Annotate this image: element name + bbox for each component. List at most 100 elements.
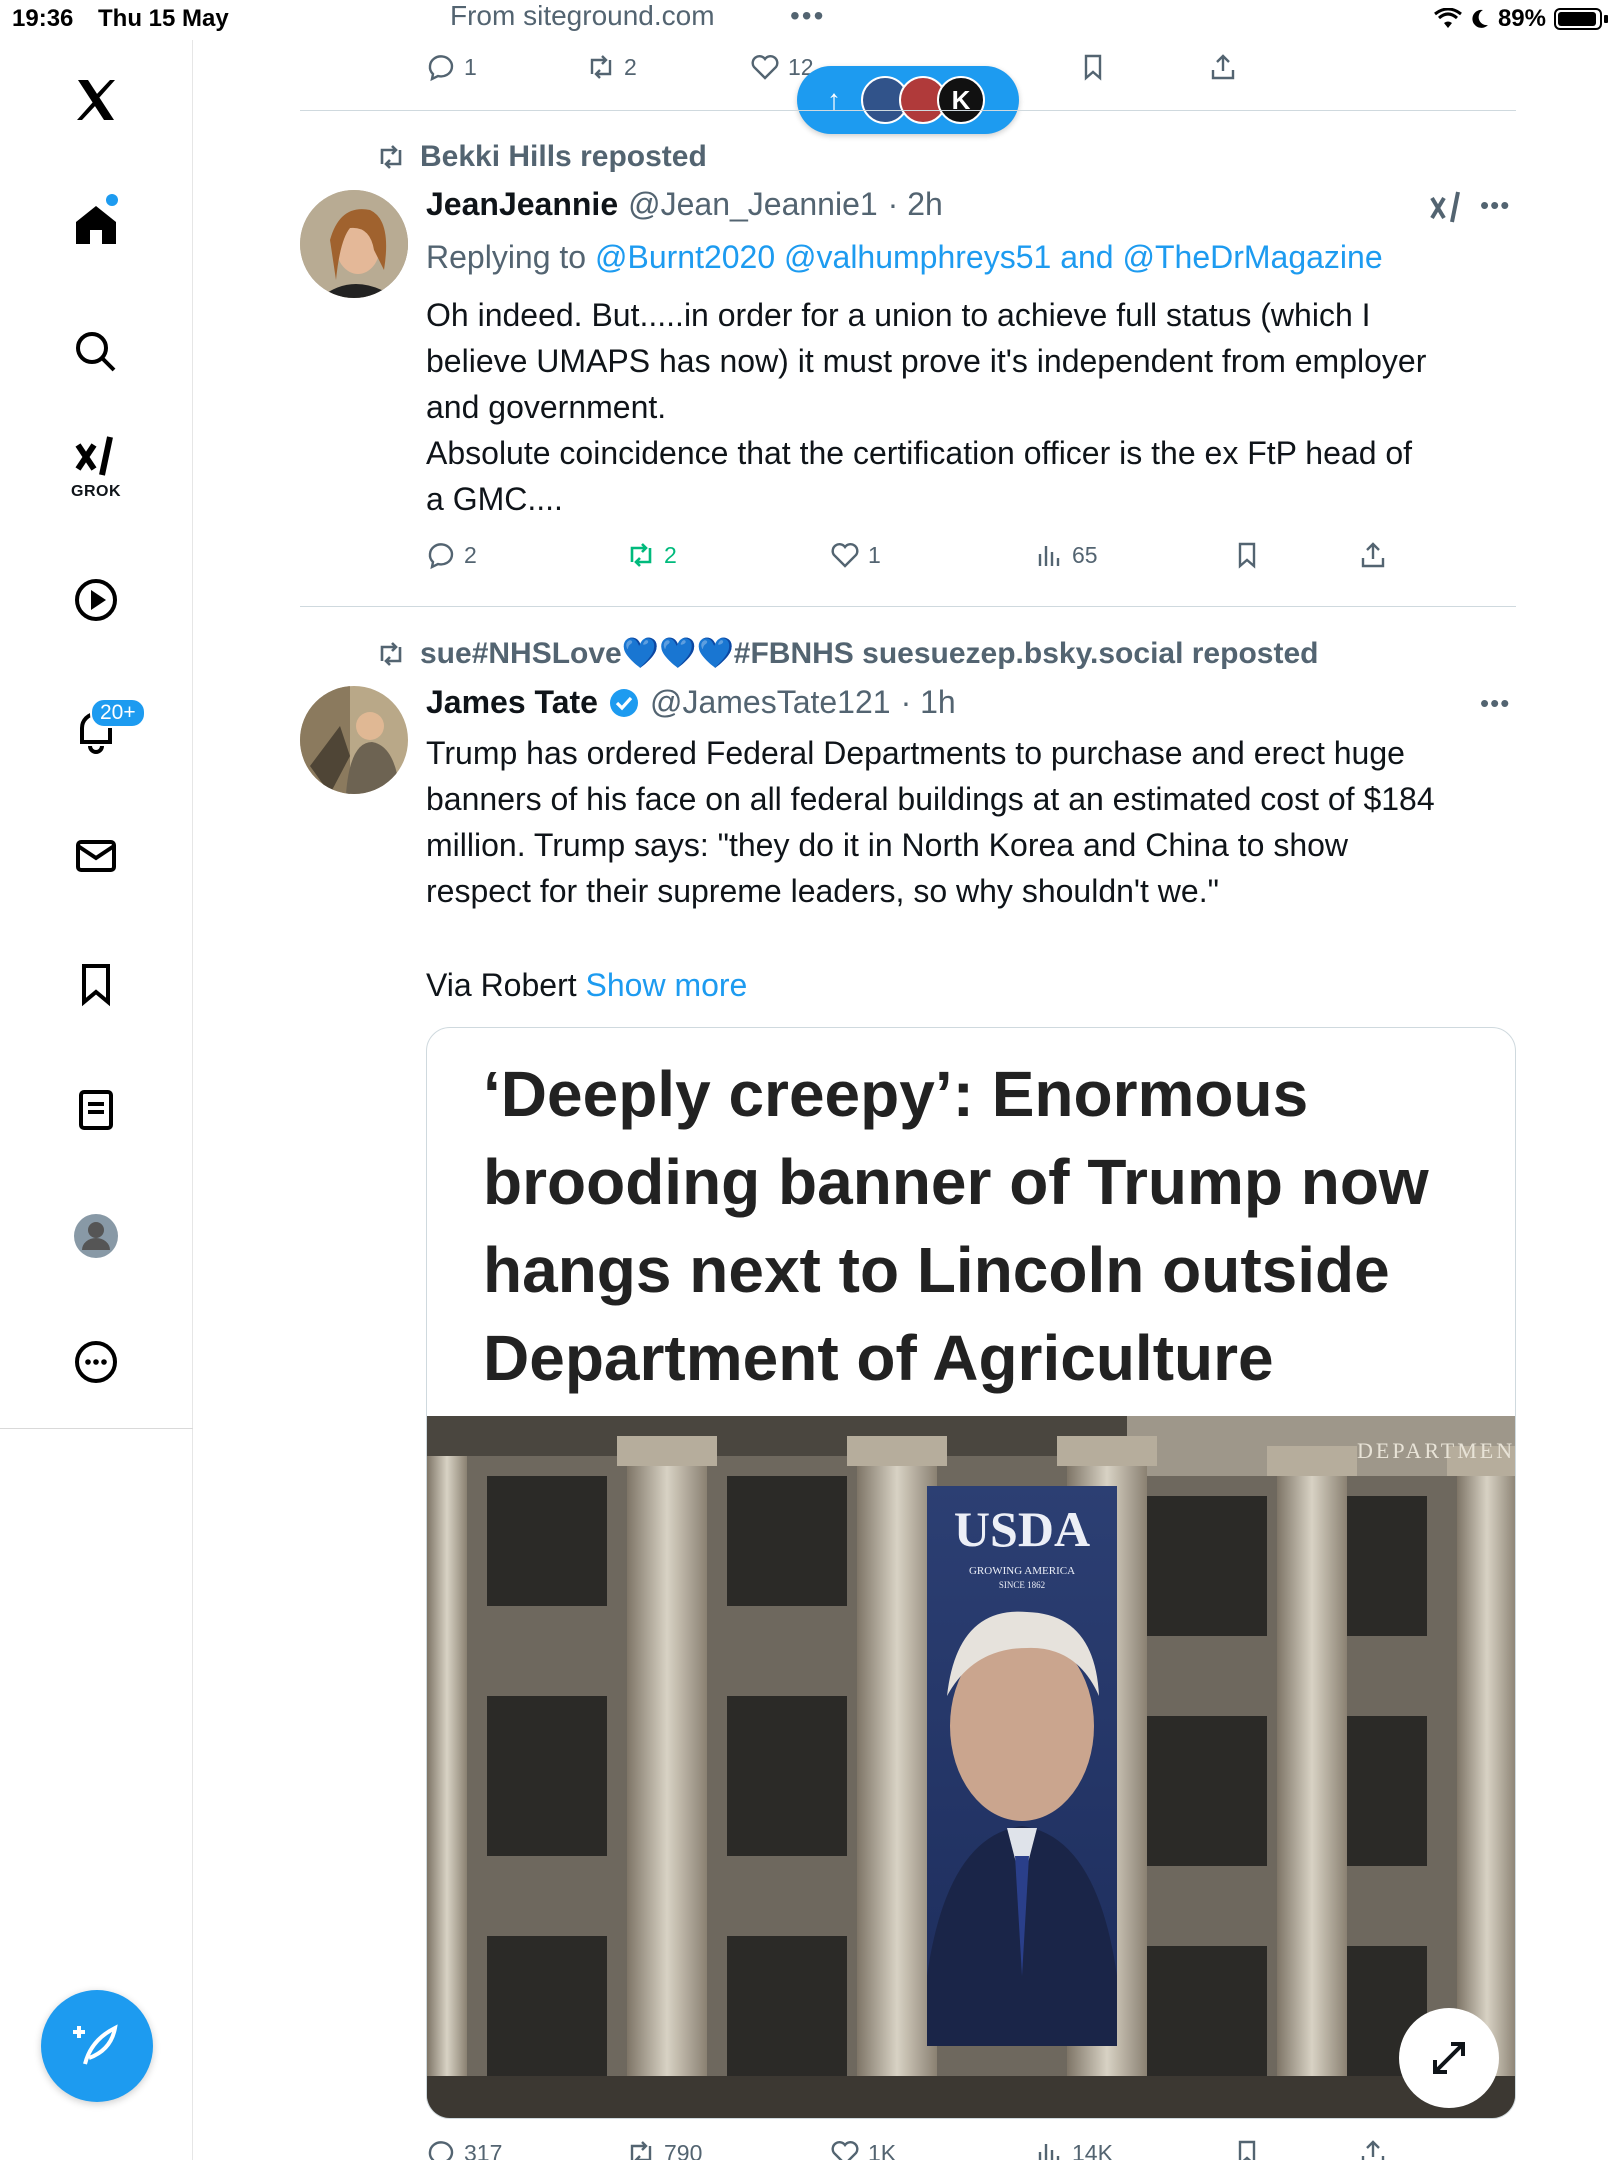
reply-button[interactable]: 2 xyxy=(426,540,477,570)
sidebar-item-profile[interactable] xyxy=(56,1196,136,1276)
bookmark-icon xyxy=(1238,2140,1256,2160)
sidebar-item-search[interactable] xyxy=(56,312,136,392)
compose-feather-icon xyxy=(73,2024,118,2065)
grok-icon xyxy=(75,436,113,476)
reply-count: 2 xyxy=(464,541,477,568)
tweet-text-line: banners of his face on all federal build… xyxy=(426,781,1435,817)
building-inscription: DEPARTMEN xyxy=(1357,1438,1515,1463)
source-site-label[interactable]: From siteground.com xyxy=(450,0,715,32)
sidebar-item-notifications[interactable]: 20+ xyxy=(56,690,146,770)
tweet-text-line: and government. xyxy=(426,389,667,425)
mail-icon xyxy=(76,840,116,872)
grok-icon[interactable] xyxy=(1428,190,1464,226)
like-button[interactable]: 1K xyxy=(830,2138,896,2160)
repost-by-label: Bekki Hills reposted xyxy=(420,140,707,173)
sidebar-item-bookmarks[interactable] xyxy=(56,944,136,1024)
tweet-text: Trump has ordered Federal Departments to… xyxy=(426,730,1516,914)
sidebar-item-grok[interactable]: GROK xyxy=(56,428,136,508)
repost-button[interactable]: 2 xyxy=(626,540,677,570)
author-name[interactable]: James Tate xyxy=(426,684,598,721)
bookmark-icon xyxy=(1084,54,1102,81)
show-more-link[interactable]: Show more xyxy=(586,967,748,1003)
share-button[interactable] xyxy=(1358,2138,1388,2160)
author-handle[interactable]: @JamesTate121 xyxy=(650,684,891,721)
expand-media-button[interactable] xyxy=(1399,2008,1499,2108)
verified-badge-icon xyxy=(609,688,638,717)
repost-context[interactable]: sue#NHSLove💙💙💙#FBNHS suesuezep.bsky.soci… xyxy=(376,636,1318,671)
heart-icon xyxy=(831,2141,859,2160)
via-text: Via Robert xyxy=(426,967,577,1003)
tweet-actions: 2 2 1 65 xyxy=(426,540,1516,576)
moon-icon xyxy=(1472,9,1488,28)
expand-icon xyxy=(1433,2042,1465,2074)
arrow-up-icon: ↑ xyxy=(827,84,841,115)
bookmark-button[interactable] xyxy=(1078,52,1108,82)
bookmark-button[interactable] xyxy=(1232,540,1262,570)
x-logo-icon[interactable] xyxy=(56,60,136,140)
sidebar-item-video[interactable] xyxy=(56,560,136,640)
tweet-text-line: Trump has ordered Federal Departments to… xyxy=(426,735,1405,771)
play-icon xyxy=(75,579,117,621)
tweet-text-line: believe UMAPS has now) it must prove it'… xyxy=(426,343,1427,379)
repost-context[interactable]: Bekki Hills reposted xyxy=(376,140,707,174)
media-headline: ‘Deeply creepy’: Enormous brooding banne… xyxy=(483,1058,1429,1394)
more-options-icon[interactable]: ••• xyxy=(1480,688,1510,719)
tweet-media-image[interactable]: ‘Deeply creepy’: Enormous brooding banne… xyxy=(426,1027,1516,2119)
post-time[interactable]: · 1h xyxy=(901,684,956,721)
sidebar-item-lists[interactable] xyxy=(56,1070,136,1150)
banner-since: SINCE 1862 xyxy=(999,1580,1045,1590)
share-button[interactable] xyxy=(1358,540,1388,570)
share-icon xyxy=(1211,54,1235,80)
bookmark-button[interactable] xyxy=(1232,2138,1262,2160)
like-button[interactable]: 1 xyxy=(830,540,881,570)
views-button[interactable]: 14K xyxy=(1034,2138,1113,2160)
repost-count: 790 xyxy=(664,2139,703,2160)
tweet-text-line: respect for their supreme leaders, so wh… xyxy=(426,873,1219,909)
avatar[interactable] xyxy=(300,190,408,298)
author-handle[interactable]: @Jean_Jeannie1 xyxy=(628,186,878,223)
avatar: K xyxy=(937,76,985,124)
share-icon xyxy=(1361,2140,1385,2160)
compose-post-button[interactable] xyxy=(41,1990,153,2102)
new-posts-pill[interactable]: ↑ K xyxy=(797,66,1019,134)
usda-building-photo: USDA GROWING AMERICA SINCE 1862 DEPARTME… xyxy=(427,1416,1515,2118)
avatar[interactable] xyxy=(300,686,408,794)
avatar-photo xyxy=(300,190,408,298)
reply-button[interactable]: 1 xyxy=(426,52,477,82)
reply-button[interactable]: 317 xyxy=(426,2138,502,2160)
home-unread-dot xyxy=(106,194,118,206)
sidebar-item-home[interactable] xyxy=(56,184,136,264)
replying-to-handles[interactable]: @Burnt2020 @valhumphreys51 and @TheDrMag… xyxy=(595,239,1383,275)
replying-prefix: Replying to xyxy=(426,239,587,275)
site-more-dots[interactable]: ••• xyxy=(790,0,825,32)
tweet-header: JeanJeannie @Jean_Jeannie1 · 2h xyxy=(426,186,943,223)
avatar-photo xyxy=(300,686,408,794)
heart-icon xyxy=(751,55,779,80)
battery-percent: 89% xyxy=(1497,5,1546,32)
heart-icon xyxy=(831,543,859,568)
share-icon xyxy=(1361,542,1385,568)
banner-usda-text: USDA xyxy=(954,1501,1090,1557)
view-count: 14K xyxy=(1072,2139,1113,2160)
like-count: 1 xyxy=(868,541,881,568)
sidebar-divider xyxy=(0,1428,193,1429)
tweet-via: Via Robert Show more xyxy=(426,962,747,1008)
repost-by-label: sue#NHSLove💙💙💙#FBNHS suesuezep.bsky.soci… xyxy=(420,637,1319,670)
replying-to: Replying to @Burnt2020 @valhumphreys51 a… xyxy=(426,234,1383,280)
repost-button[interactable]: 2 xyxy=(586,52,637,82)
view-count: 65 xyxy=(1072,541,1098,568)
bookmark-icon xyxy=(82,964,110,1007)
views-button[interactable]: 65 xyxy=(1034,540,1098,570)
sidebar-item-more[interactable] xyxy=(56,1322,136,1402)
post-time[interactable]: · 2h xyxy=(888,186,943,223)
more-options-icon[interactable]: ••• xyxy=(1480,190,1510,221)
views-icon xyxy=(1038,2144,1060,2160)
author-name[interactable]: JeanJeannie xyxy=(426,186,618,223)
repost-button[interactable]: 790 xyxy=(626,2138,702,2160)
tweet-header: James Tate @JamesTate121 · 1h xyxy=(426,684,956,721)
status-right: 89% xyxy=(1434,5,1608,33)
sidebar-item-messages[interactable] xyxy=(56,816,136,896)
wifi-icon xyxy=(1434,8,1462,28)
sidebar: GROK 20+ xyxy=(0,40,193,2160)
share-button[interactable] xyxy=(1208,52,1238,82)
